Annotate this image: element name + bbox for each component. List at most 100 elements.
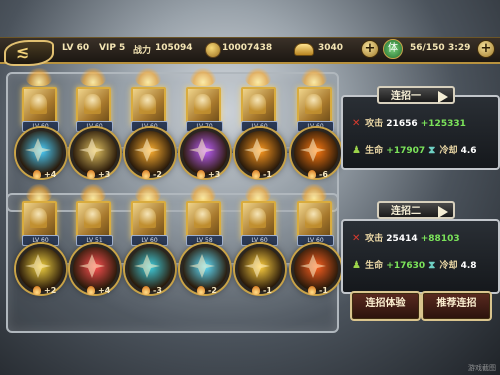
combo-2-attack-bonus: +88103 (420, 234, 460, 244)
hero-portrait (30, 208, 47, 228)
hero-portrait (30, 94, 47, 114)
glow-flame-icon (245, 68, 271, 86)
hero-portrait (84, 94, 101, 114)
hero-card[interactable]: LV 58 (186, 201, 223, 246)
combo-1-attack-value: 21656 (386, 119, 418, 129)
glow-flame-icon (245, 184, 271, 202)
combo-2-hp-label: 生命 (365, 261, 384, 271)
skill-modifier: +3 (208, 170, 221, 179)
fire-icon (197, 286, 205, 295)
pillar-icon[interactable] (235, 244, 285, 294)
combo-1-cooldown-label: 冷却 (439, 146, 458, 156)
combo-1-attack-line: ✕ 攻击 21656 +125331 (352, 116, 466, 130)
combo-2-attack-label: 攻击 (365, 234, 384, 244)
fire-icon (87, 286, 95, 295)
glow-flame-icon (135, 68, 161, 86)
fire-icon (308, 170, 316, 179)
chevron-icon[interactable] (16, 244, 66, 294)
combo-2-attack-line: ✕ 攻击 25414 +88103 (352, 231, 460, 245)
stamina-icon: 体 (383, 39, 403, 59)
skill-modifier: +2 (44, 286, 57, 295)
hero-portrait (139, 208, 156, 228)
hero-card[interactable]: LV 51 (76, 201, 113, 246)
skill-modifier: -1 (319, 286, 328, 295)
combo-2-hp-bonus: +17630 (386, 261, 426, 271)
glow-flame-icon (135, 184, 161, 202)
hero-card[interactable]: LV 60 (241, 87, 278, 132)
combo-2-title-button[interactable]: 连招二 (377, 201, 455, 219)
burst-icon[interactable] (291, 128, 341, 178)
skill-modifier: -6 (319, 170, 328, 179)
combo-1-attack-bonus: +125331 (420, 119, 466, 129)
skill-modifier: -1 (263, 286, 272, 295)
hourglass-icon: ⧗ (428, 145, 436, 156)
vip-level: VIP 5 (99, 43, 126, 53)
hero-portrait (305, 208, 322, 228)
body-icon: ♟ (352, 145, 361, 156)
back-logo-button[interactable]: ≲ (4, 40, 54, 66)
combo-1-title: 连招一 (391, 91, 421, 102)
combo-1-hp-line: ♟ 生命 +17907 ⧗ 冷却 4.6 (352, 143, 477, 157)
arrow-icon[interactable] (180, 244, 230, 294)
fire-icon (197, 170, 205, 179)
skill-modifier: +3 (98, 170, 111, 179)
web-icon[interactable] (125, 128, 175, 178)
hero-card[interactable]: LV 60 (297, 87, 334, 132)
fire-icon (142, 170, 150, 179)
glow-flame-icon (26, 68, 52, 86)
crystal-icon[interactable] (16, 128, 66, 178)
power-label: 战力 (133, 46, 152, 56)
fire-icon (252, 170, 260, 179)
fire-icon (142, 286, 150, 295)
vortex-icon[interactable] (291, 244, 341, 294)
combo-1-hp-label: 生命 (365, 146, 384, 156)
combo-2-title: 连招二 (391, 206, 421, 217)
combo-1-cooldown-value: 4.6 (460, 146, 477, 156)
skill-modifier: -1 (263, 170, 272, 179)
hero-card[interactable]: LV 60 (131, 87, 168, 132)
play-arrow-icon (438, 206, 448, 218)
logo-glyph: ≲ (16, 42, 30, 61)
hero-portrait (194, 94, 211, 114)
glow-flame-icon (301, 184, 327, 202)
hero-portrait (139, 94, 156, 114)
hourglass-icon: ⧗ (428, 260, 436, 271)
hero-portrait (249, 208, 266, 228)
sword-icon: ✕ (352, 118, 361, 129)
coin-icon (205, 42, 221, 58)
glow-flame-icon (190, 184, 216, 202)
hero-card[interactable]: LV 60 (22, 201, 59, 246)
power-value: 105094 (155, 43, 193, 53)
hero-portrait (305, 94, 322, 114)
add-ingot-button[interactable]: + (361, 40, 379, 58)
body-icon: ♟ (352, 260, 361, 271)
slash-icon[interactable] (235, 128, 285, 178)
fire-icon (33, 170, 41, 179)
skill-modifier: -2 (153, 170, 162, 179)
hero-card[interactable]: LV 60 (22, 87, 59, 132)
hero-card[interactable]: LV 60 (297, 201, 334, 246)
hero-card[interactable]: LV 70 (186, 87, 223, 132)
star-burst-icon[interactable] (70, 244, 120, 294)
glow-flame-icon (80, 184, 106, 202)
combo-1-stats-panel (341, 95, 500, 170)
cage-icon[interactable] (180, 128, 230, 178)
combo-1-hp-bonus: +17907 (386, 146, 426, 156)
stamina-count: 56/150 (410, 43, 445, 53)
combo-2-cooldown-value: 4.8 (460, 261, 477, 271)
hero-portrait (249, 94, 266, 114)
combo-1-title-button[interactable]: 连招一 (377, 86, 455, 104)
recommended-combo-button[interactable]: 推荐连招 (421, 291, 492, 321)
fire-icon (33, 286, 41, 295)
claw-icon[interactable] (125, 244, 175, 294)
combo-1-attack-label: 攻击 (365, 119, 384, 129)
add-stamina-button[interactable]: + (477, 40, 495, 58)
hero-card[interactable]: LV 60 (241, 201, 278, 246)
hero-card[interactable]: LV 60 (76, 87, 113, 132)
combo-2-hp-line: ♟ 生命 +17630 ⧗ 冷却 4.8 (352, 258, 477, 272)
combo-trial-button[interactable]: 连招体验 (350, 291, 421, 321)
lightning-icon[interactable] (70, 128, 120, 178)
coin-count: 10007438 (222, 43, 273, 53)
hero-card[interactable]: LV 60 (131, 201, 168, 246)
glow-flame-icon (301, 68, 327, 86)
